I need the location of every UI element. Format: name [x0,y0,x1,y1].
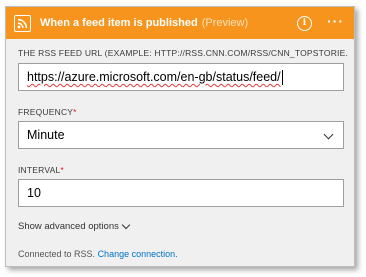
connection-status: Connected to RSS. Change connection. [18,249,178,259]
frequency-label-text: FREQUENCY [18,107,74,117]
frequency-label: FREQUENCY* [18,107,77,117]
advanced-options-text: Show advanced options [18,221,119,232]
more-options-icon[interactable]: ··· [327,13,344,29]
rss-icon [14,14,31,32]
interval-label: INTERVAL* [18,165,64,175]
feed-url-label: THE RSS FEED URL (EXAMPLE: HTTP://RSS.CN… [18,48,348,58]
preview-tag: (Preview) [201,17,249,29]
interval-value: 10 [27,186,41,200]
chevron-down-icon [121,220,131,230]
show-advanced-options-link[interactable]: Show advanced options [18,220,131,232]
interval-label-text: INTERVAL [18,165,61,175]
card-title-text: When a feed item is published [40,17,198,29]
chevron-down-icon [323,129,334,140]
info-icon[interactable]: i [297,16,312,31]
frequency-value: Minute [27,128,65,142]
card-header[interactable]: When a feed item is published (Preview) i… [6,7,354,39]
required-mark: * [60,165,64,175]
feed-url-input[interactable]: https://azure.microsoft.com/en-gb/status… [18,63,344,91]
connection-text: Connected to RSS. [18,249,96,259]
interval-input[interactable]: 10 [18,179,344,207]
card-title: When a feed item is published (Preview) [40,17,248,29]
change-connection-link[interactable]: Change connection. [98,249,178,259]
text-caret [281,69,283,85]
required-mark: * [73,107,77,117]
feed-url-value: https://azure.microsoft.com/en-gb/status… [27,70,281,84]
rss-trigger-card: When a feed item is published (Preview) i… [5,6,355,267]
frequency-select[interactable]: Minute [18,121,344,149]
